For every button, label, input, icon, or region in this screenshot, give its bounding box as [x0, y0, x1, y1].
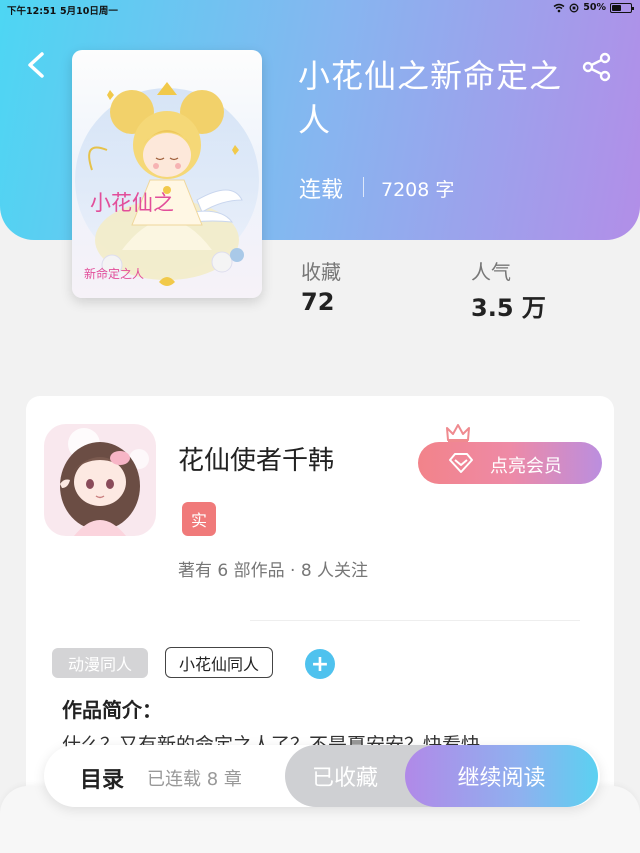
- book-title: 小花仙之新命定之人: [298, 57, 563, 139]
- word-count: 7208 字: [381, 179, 455, 201]
- rotation-lock-icon: [569, 3, 579, 12]
- add-tag-button[interactable]: +: [305, 649, 335, 679]
- cover-title-art: 小花仙之: [90, 191, 174, 215]
- author-avatar[interactable]: [44, 424, 156, 536]
- back-chevron-icon[interactable]: [22, 50, 52, 80]
- vip-button[interactable]: 点亮会员: [418, 442, 602, 484]
- vip-button-label: 点亮会员: [490, 456, 562, 477]
- popularity-count: 3.5 万: [471, 294, 546, 322]
- tag-category[interactable]: 动漫同人: [52, 648, 148, 678]
- divider: [250, 620, 580, 621]
- book-status: 连载: [299, 178, 344, 203]
- cover-subtitle-art: 新命定之人: [84, 266, 144, 281]
- crown-icon: [446, 424, 470, 443]
- intro-title: 作品简介：: [62, 698, 162, 722]
- status-indicators: 50%: [553, 2, 634, 13]
- continue-reading-button[interactable]: 继续阅读: [405, 745, 598, 807]
- book-cover[interactable]: 小花仙之 新命定之人: [72, 50, 262, 298]
- tag-custom[interactable]: 小花仙同人: [165, 647, 273, 678]
- author-meta: 著有 6 部作品 · 8 人关注: [178, 561, 369, 581]
- status-bar: 下午12:51 5月10日周一 50%: [0, 0, 640, 17]
- status-divider: [363, 177, 364, 197]
- battery-percent: 50%: [583, 2, 606, 13]
- collected-button-label: 已收藏: [312, 766, 379, 791]
- favorites-label: 收藏: [301, 260, 341, 284]
- wifi-icon: [553, 3, 565, 12]
- diamond-icon: [449, 453, 473, 473]
- author-name[interactable]: 花仙使者千韩: [178, 440, 334, 477]
- status-time: 下午12:51: [7, 6, 57, 17]
- toc-button[interactable]: 目录: [80, 762, 124, 794]
- avatar-illustration: [44, 424, 156, 536]
- chapter-count[interactable]: 已连载 8 章: [147, 765, 242, 791]
- cover-illustration: 小花仙之 新命定之人: [72, 50, 262, 298]
- favorites-count: 72: [301, 288, 335, 316]
- battery-icon: [610, 2, 634, 13]
- status-date: 5月10日周一: [60, 6, 118, 17]
- popularity-label: 人气: [471, 260, 511, 284]
- verified-badge: 实: [182, 502, 216, 536]
- continue-reading-label: 继续阅读: [457, 766, 546, 791]
